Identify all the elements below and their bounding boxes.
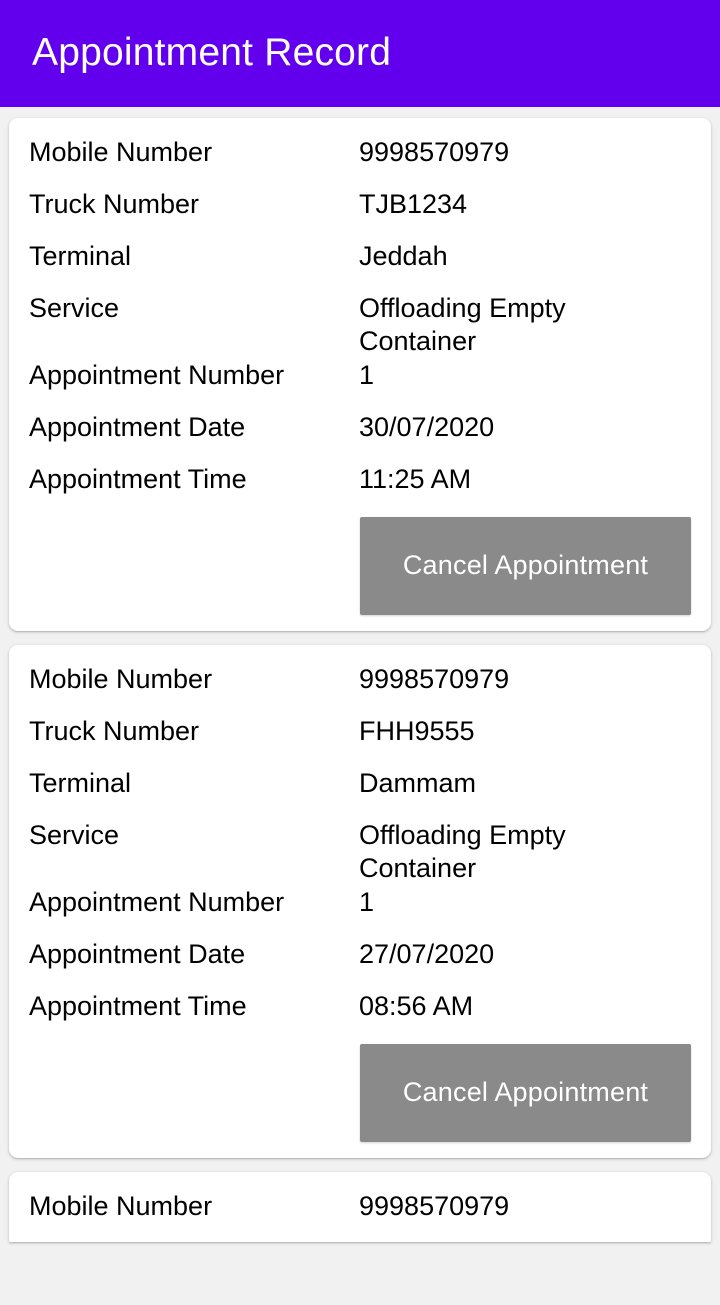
cancel-appointment-button[interactable]: Cancel Appointment [360,516,691,615]
value-appointment-number: 1 [359,886,375,917]
row-appointment-date: Appointment Date 30/07/2020 [29,411,691,463]
cancel-appointment-button[interactable]: Cancel Appointment [360,1043,691,1142]
row-appointment-number: Appointment Number 1 [29,359,691,411]
label-mobile-number: Mobile Number [29,1190,213,1221]
row-appointment-time: Appointment Time 08:56 AM [29,990,691,1042]
value-service: Offloading Empty Container [359,293,566,357]
value-mobile-number: 9998570979 [359,1190,510,1221]
appointment-card: Mobile Number 9998570979 Truck Number TJ… [9,118,711,631]
row-truck-number: Truck Number TJB1234 [29,188,691,240]
label-appointment-number: Appointment Number [29,359,285,390]
value-terminal: Dammam [359,767,477,798]
row-terminal: Terminal Dammam [29,767,691,819]
value-terminal: Jeddah [359,241,448,271]
appointment-card: Mobile Number 9998570979 Truck Number FH… [9,644,711,1158]
row-appointment-number: Appointment Number 1 [29,886,691,938]
appointment-list[interactable]: Mobile Number 9998570979 Truck Number TJ… [0,107,720,1305]
value-appointment-time: 11:25 AM [359,463,472,494]
card-actions: Cancel Appointment [29,516,691,615]
value-truck-number: FHH9555 [359,715,475,746]
row-truck-number: Truck Number FHH9555 [29,715,691,767]
app-bar: Appointment Record [0,0,720,107]
page-title: Appointment Record [32,31,392,75]
label-appointment-time: Appointment Time [29,990,247,1021]
row-appointment-date: Appointment Date 27/07/2020 [29,938,691,990]
label-mobile-number: Mobile Number [29,137,213,167]
row-mobile-number: Mobile Number 9998570979 [29,663,691,715]
row-mobile-number: Mobile Number 9998570979 [29,1190,691,1242]
label-appointment-date: Appointment Date [29,938,246,969]
label-appointment-number: Appointment Number [29,886,285,917]
row-appointment-time: Appointment Time 11:25 AM [29,463,691,515]
label-service: Service [29,819,120,850]
label-truck-number: Truck Number [29,189,200,219]
card-actions: Cancel Appointment [29,1043,691,1142]
value-mobile-number: 9998570979 [359,663,510,694]
label-appointment-date: Appointment Date [29,411,246,442]
value-appointment-number: 1 [359,359,375,390]
label-truck-number: Truck Number [29,715,200,746]
row-service: Service Offloading Empty Container [29,292,691,359]
value-truck-number: TJB1234 [359,189,468,219]
appointment-card: Mobile Number 9998570979 [9,1171,711,1242]
value-appointment-date: 30/07/2020 [359,411,495,442]
appointment-record-screen: Appointment Record Mobile Number 9998570… [0,0,720,1305]
label-service: Service [29,293,120,323]
row-terminal: Terminal Jeddah [29,240,691,292]
row-mobile-number: Mobile Number 9998570979 [29,136,691,188]
label-appointment-time: Appointment Time [29,463,247,494]
value-mobile-number: 9998570979 [359,137,510,167]
label-mobile-number: Mobile Number [29,663,213,694]
label-terminal: Terminal [29,241,132,271]
row-service: Service Offloading Empty Container [29,819,691,886]
label-terminal: Terminal [29,767,132,798]
value-appointment-time: 08:56 AM [359,990,474,1021]
value-appointment-date: 27/07/2020 [359,938,495,969]
value-service: Offloading Empty Container [359,819,566,884]
